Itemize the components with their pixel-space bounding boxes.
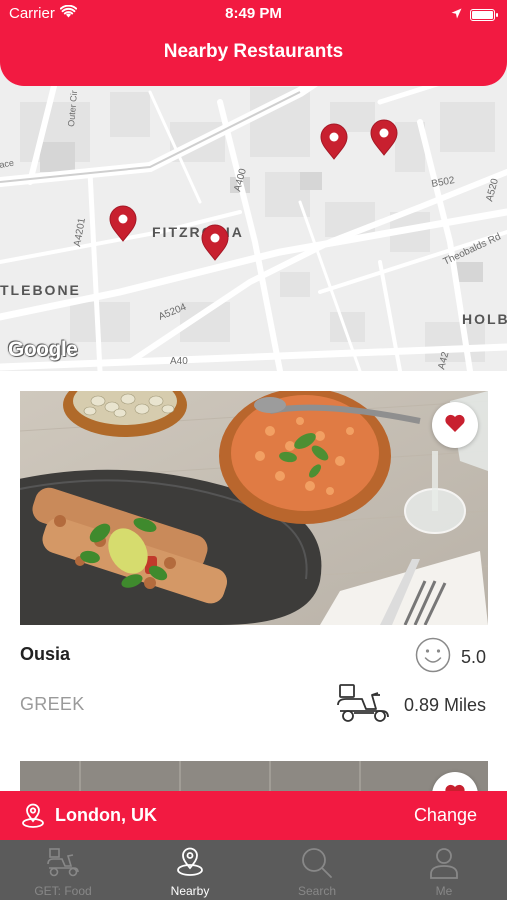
change-location-button[interactable]: Change	[414, 805, 477, 826]
status-right	[451, 6, 498, 23]
restaurant-marker[interactable]	[320, 123, 348, 160]
clock: 8:49 PM	[225, 5, 282, 22]
restaurant-marker[interactable]	[370, 119, 398, 156]
restaurant-photo[interactable]	[20, 761, 488, 791]
app-header: Carrier 8:49 PM Nearby Restaurants	[0, 0, 507, 86]
location-arrow-icon	[451, 6, 462, 23]
delivery-scooter-icon	[336, 683, 392, 728]
google-attribution[interactable]: Google	[8, 338, 78, 362]
tab-label: Me	[435, 884, 453, 898]
location-bar: London, UK Change	[0, 791, 507, 840]
map-label-place: ace	[0, 158, 15, 170]
restaurant-name: Ousia	[20, 644, 71, 664]
map-label-holborn: HOLB	[462, 311, 507, 327]
restaurant-distance: 0.89 Miles	[336, 683, 486, 728]
map-pin-icon	[127, 847, 253, 877]
distance-value: 0.89 Miles	[403, 695, 486, 715]
tab-label: GET: Food	[34, 884, 92, 898]
favorite-button[interactable]	[432, 402, 478, 448]
tab-label: Nearby	[170, 884, 210, 898]
location-pin-icon	[20, 803, 46, 834]
map-label-fitzrovia: FITZROVIA	[152, 224, 244, 240]
restaurant-rating: 5.0	[415, 637, 486, 678]
rating-value: 5.0	[460, 647, 486, 667]
current-location: London, UK	[55, 805, 157, 825]
battery-icon	[470, 8, 498, 21]
tab-label: Search	[297, 884, 337, 898]
map-label-marylebone: TLEBONE	[0, 282, 81, 298]
map-label-a40: A40	[170, 356, 188, 367]
search-icon	[254, 847, 380, 879]
restaurant-marker[interactable]	[201, 224, 229, 261]
tab-me[interactable]: Me	[381, 840, 507, 900]
person-icon	[381, 847, 507, 879]
restaurant-cuisine: GREEK	[20, 694, 85, 714]
status-bar: Carrier 8:49 PM	[0, 4, 507, 23]
nearby-map[interactable]: FITZROVIA TLEBONE HOLB A400 A4201 A5204 …	[0, 62, 507, 371]
tab-get-food[interactable]: GET: Food	[0, 840, 126, 900]
restaurant-card[interactable]	[20, 761, 488, 791]
delivery-scooter-icon	[0, 847, 126, 877]
restaurant-card[interactable]: Ousia 5.0 GREEK 0.89 Miles	[20, 391, 488, 731]
tab-search[interactable]: Search	[254, 840, 380, 900]
restaurant-photo[interactable]	[20, 391, 488, 625]
map-label-a4201: A4201	[72, 217, 88, 248]
smiley-face-icon	[415, 637, 451, 678]
tab-bar: GET: Food Nearby Search Me	[0, 840, 507, 900]
heart-icon	[444, 413, 466, 438]
heart-icon	[444, 783, 466, 791]
tab-nearby[interactable]: Nearby	[127, 840, 253, 900]
page-title: Nearby Restaurants	[163, 41, 344, 62]
